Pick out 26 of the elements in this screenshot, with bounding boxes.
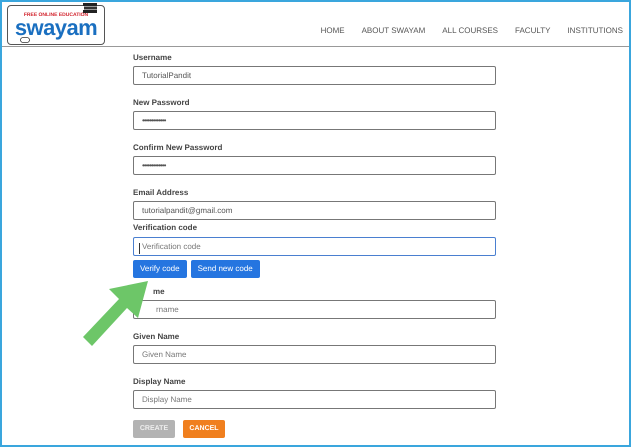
input-field[interactable]: Verification code [133, 237, 496, 256]
logo-wordmark: swayam [14, 18, 98, 38]
action-button[interactable]: Send new code [190, 260, 260, 278]
field-label: Given Name [133, 332, 180, 342]
input-field[interactable]: TutorialPandit [133, 66, 496, 85]
input-field[interactable]: rname [133, 300, 496, 319]
text-caret [139, 243, 140, 254]
field-label: Username [133, 53, 172, 63]
books-icon [82, 2, 98, 14]
nav-link[interactable]: ABOUT SWAYAM [362, 25, 426, 37]
nav-link[interactable]: ALL COURSES [442, 25, 498, 37]
nav-link[interactable]: FACULTY [515, 25, 550, 37]
field-label: New Password [133, 98, 190, 108]
input-field[interactable]: tutorialpandit@gmail.com [133, 201, 496, 220]
field-label: Verification code [133, 223, 198, 233]
input-field[interactable]: Given Name [133, 345, 496, 364]
field-label: Email Address [133, 188, 188, 198]
input-field[interactable]: ••••••••••••• [133, 111, 496, 130]
field-label: Display Name [133, 377, 186, 387]
field-label: me [153, 287, 165, 297]
action-button[interactable]: Verify code [133, 260, 187, 278]
nav-link[interactable]: HOME [320, 25, 345, 37]
nav-link[interactable]: INSTITUTIONS [567, 25, 623, 37]
input-field[interactable]: Display Name [133, 390, 496, 409]
input-field[interactable]: ••••••••••••• [133, 156, 496, 175]
field-label: Confirm New Password [133, 143, 222, 153]
